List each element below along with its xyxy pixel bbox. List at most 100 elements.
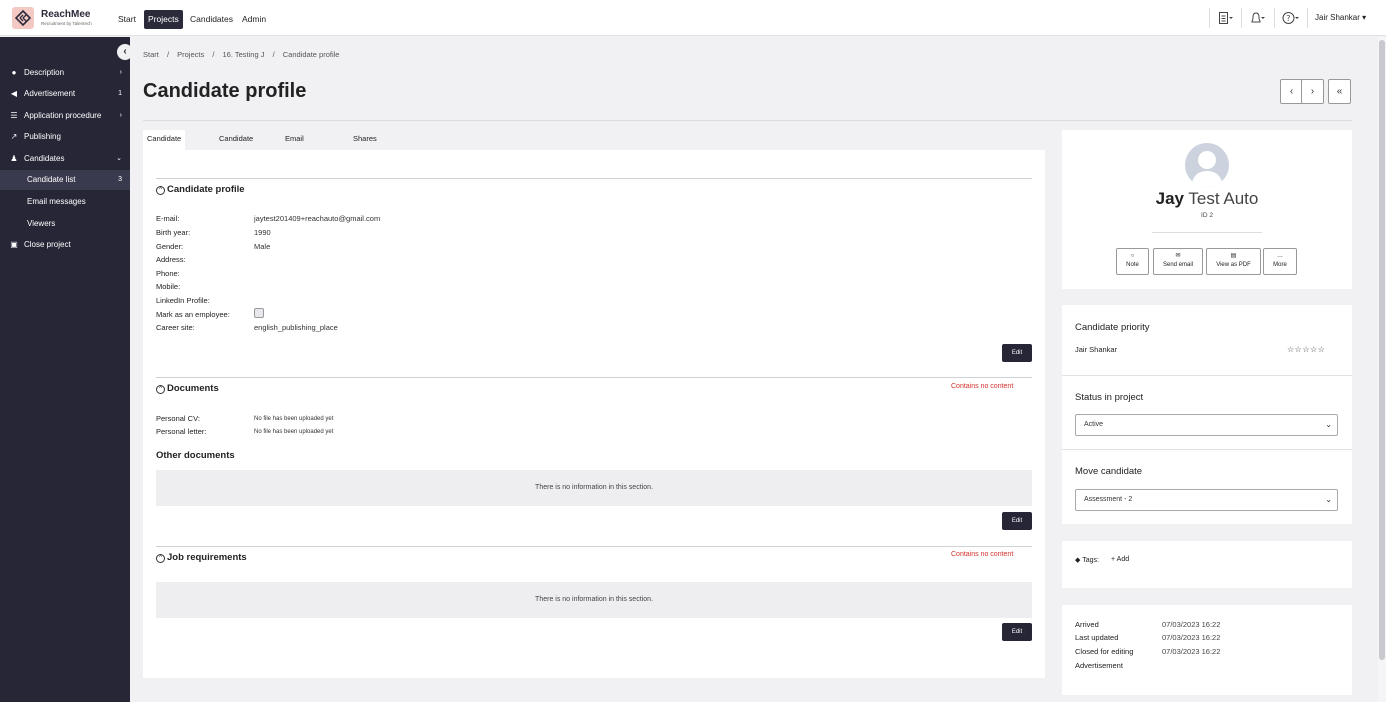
note-button[interactable]: ○ Note: [1116, 248, 1149, 275]
breadcrumb-start[interactable]: Start: [143, 50, 159, 59]
last-updated-value: 07/03/2023 16:22: [1162, 633, 1221, 642]
app-subtitle: Recruitment by Talentech: [41, 21, 92, 26]
meta-label: Advertisement: [1075, 661, 1123, 670]
sidebar-item-label: Advertisement: [24, 89, 76, 98]
section-title: Candidate profile: [167, 184, 245, 195]
sidebar-item-email-messages[interactable]: Email messages: [0, 192, 130, 212]
tab-candidate-profile[interactable]: Candidate profile: [143, 130, 186, 161]
button-label: Send email: [1162, 262, 1194, 268]
candidate-first-name: Jay: [1155, 189, 1184, 208]
collapse-icon: ^: [156, 385, 165, 394]
move-candidate-title: Move candidate: [1075, 466, 1143, 477]
sidebar-item-application-procedure[interactable]: ☰ Application procedure ›: [0, 106, 130, 126]
profile-panel: ^ Candidate profile E-mail: jaytest201409…: [143, 150, 1045, 678]
caret-down-icon: ▾: [1362, 13, 1367, 22]
other-documents-title: Other documents: [156, 450, 235, 461]
sidebar-item-label: Candidates: [24, 154, 65, 163]
breadcrumb-projects[interactable]: Projects: [177, 50, 204, 59]
gender-value: Male: [254, 242, 271, 251]
reachmee-logo-icon[interactable]: [12, 7, 34, 29]
arrived-value: 07/03/2023 16:22: [1162, 620, 1221, 629]
add-tag-button[interactable]: + Add: [1111, 556, 1129, 563]
edit-documents-button[interactable]: Edit: [1002, 512, 1032, 530]
tab-shares[interactable]: Shares: [349, 130, 381, 150]
section-title: Job requirements: [167, 552, 247, 563]
sidebar-item-label: Email messages: [27, 197, 86, 206]
sidebar-item-description[interactable]: ● Description ›: [0, 63, 130, 83]
status-selected-value: Active: [1084, 421, 1104, 428]
scrollbar-thumb[interactable]: [1379, 40, 1385, 660]
move-candidate-select[interactable]: Assessment - 2 ⌄: [1075, 489, 1338, 511]
field-label: Gender:: [156, 242, 184, 251]
status-badge: Contains no content: [951, 551, 1014, 558]
section-candidate-profile[interactable]: ^ Candidate profile: [156, 184, 245, 195]
mark-as-employee-checkbox[interactable]: [254, 308, 264, 318]
sidebar-item-close-project[interactable]: ▣ Close project: [0, 235, 130, 255]
empty-info-box: There is no information in this section.: [156, 582, 1032, 618]
page-title: Candidate profile: [143, 80, 307, 102]
back-to-list-button[interactable]: «: [1328, 79, 1351, 104]
section-documents[interactable]: ^ Documents: [156, 383, 219, 394]
candidate-card: Jay Test Auto ID 2 ○ Note ✉ Send email ▤…: [1062, 130, 1352, 289]
tab-candidate-tests[interactable]: Candidate tests: [215, 130, 257, 161]
nav-projects[interactable]: Projects: [144, 10, 183, 29]
status-select[interactable]: Active ⌄: [1075, 414, 1338, 436]
sidebar-item-label: Candidate list: [27, 175, 76, 184]
sidebar-item-viewers[interactable]: Viewers: [0, 214, 130, 234]
priority-star-rating[interactable]: ☆☆☆☆☆: [1287, 345, 1325, 354]
avatar: [1185, 143, 1229, 187]
send-email-button[interactable]: ✉ Send email: [1153, 248, 1203, 275]
sidebar-item-candidates[interactable]: ♟ Candidates ⌄: [0, 149, 130, 169]
nav-start[interactable]: Start: [114, 10, 140, 29]
toolbar-divider: [1274, 8, 1275, 28]
ellipsis-icon: …: [1277, 253, 1283, 259]
tab-email-messages[interactable]: Email messages: [281, 130, 323, 161]
breadcrumb-separator: /: [272, 50, 275, 59]
meta-label: Last updated: [1075, 633, 1119, 642]
section-job-requirements[interactable]: ^ Job requirements: [156, 552, 247, 563]
sidebar-collapse-button[interactable]: ‹: [117, 44, 133, 60]
sidebar-item-publishing[interactable]: ↗ Publishing: [0, 127, 130, 147]
birth-year-value: 1990: [254, 228, 271, 237]
tags-label: ◆ Tags:: [1075, 556, 1099, 564]
empty-info-box: There is no information in this section.: [156, 470, 1032, 506]
previous-candidate-button[interactable]: ‹: [1280, 79, 1303, 104]
tags-label-text: Tags:: [1082, 557, 1099, 564]
svg-text:?: ?: [1286, 14, 1290, 23]
more-button[interactable]: … More: [1263, 248, 1297, 275]
priority-title: Candidate priority: [1075, 322, 1150, 333]
next-candidate-button[interactable]: ›: [1301, 79, 1324, 104]
count-badge: 3: [118, 176, 122, 183]
candidate-name: Jay Test Auto: [1062, 189, 1352, 209]
breadcrumb-project[interactable]: 16. Testing J: [223, 50, 265, 59]
sidebar-item-advertisement[interactable]: ◀ Advertisement 1: [0, 84, 130, 104]
view-as-pdf-button[interactable]: ▤ View as PDF: [1206, 248, 1261, 275]
help-icon[interactable]: ?: [1282, 11, 1300, 25]
field-label: Career site:: [156, 323, 195, 332]
nav-admin[interactable]: Admin: [238, 10, 270, 29]
edit-job-requirements-button[interactable]: Edit: [1002, 623, 1032, 641]
sidebar-item-candidate-list[interactable]: Candidate list 3: [0, 170, 130, 190]
count-badge: 1: [118, 90, 122, 97]
sidebar-item-label: Close project: [24, 240, 71, 249]
breadcrumb-current: Candidate profile: [282, 50, 340, 59]
user-menu[interactable]: Jair Shankar ▾: [1315, 13, 1366, 22]
divider: [1152, 232, 1262, 233]
closed-for-editing-value: 07/03/2023 16:22: [1162, 647, 1221, 656]
bell-icon[interactable]: [1250, 11, 1266, 25]
field-label: LinkedIn Profile:: [156, 296, 210, 305]
user-name: Jair Shankar: [1315, 13, 1360, 22]
breadcrumb: Start / Projects / 16. Testing J / Candi…: [143, 50, 345, 59]
field-label: Mobile:: [156, 282, 181, 291]
breadcrumb-separator: /: [166, 50, 170, 59]
sidebar: ● Description › ◀ Advertisement 1 ☰ Appl…: [0, 37, 130, 702]
field-label: Personal CV:: [156, 414, 200, 423]
sidebar-item-label: Application procedure: [24, 111, 102, 120]
clipboard-icon[interactable]: [1218, 11, 1234, 25]
nav-candidates[interactable]: Candidates: [186, 10, 237, 29]
app-name: ReachMee: [41, 9, 91, 20]
tag-icon: ◆: [1075, 557, 1081, 564]
users-icon: ♟: [10, 154, 18, 163]
sidebar-item-label: Description: [24, 68, 65, 77]
edit-profile-button[interactable]: Edit: [1002, 344, 1032, 362]
